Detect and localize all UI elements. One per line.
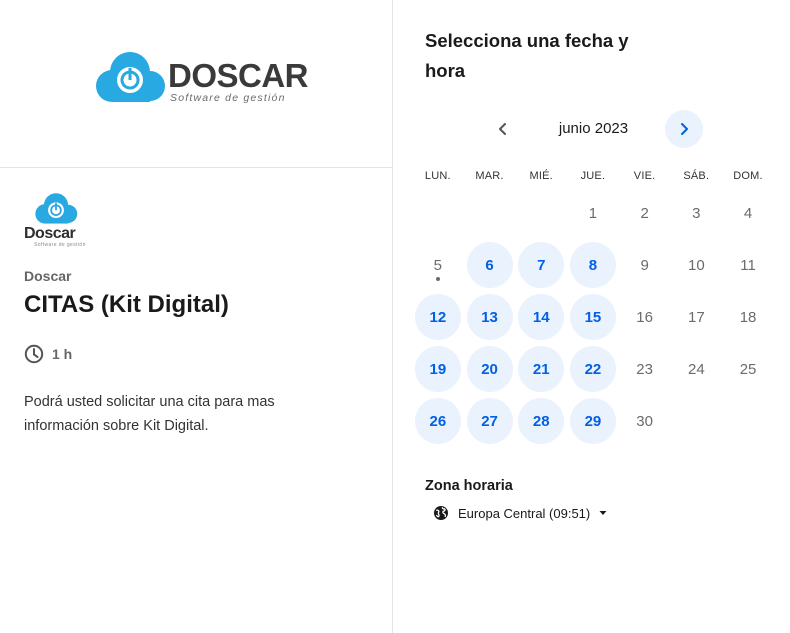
globe-icon bbox=[434, 506, 448, 520]
calendar-day-number: 18 bbox=[739, 308, 757, 326]
calendar-day: 24 bbox=[673, 346, 719, 392]
calendar-day-number: 23 bbox=[636, 360, 653, 378]
calendar-day: 25 bbox=[725, 346, 771, 392]
calendar-day-available[interactable]: 15 bbox=[569, 294, 616, 340]
calendar-day-available[interactable]: 21 bbox=[518, 346, 565, 392]
calendar-day-number: 3 bbox=[692, 204, 701, 222]
month-navigation: junio 2023 bbox=[393, 110, 790, 148]
weekday-label: DOM. bbox=[733, 170, 763, 182]
calendar-day-number: 11 bbox=[740, 256, 756, 274]
calendar-day-available[interactable]: 8 bbox=[569, 242, 616, 288]
brand-tagline: Software de gestión bbox=[170, 92, 286, 104]
caret-down-icon bbox=[599, 511, 607, 515]
calendar-day-number: 15 bbox=[584, 308, 602, 326]
clock-icon bbox=[24, 344, 44, 364]
calendar-day-number: 26 bbox=[429, 412, 447, 430]
calendar-day-number: 13 bbox=[481, 308, 498, 326]
calendar-day: 2 bbox=[622, 190, 668, 236]
calendar-day-available[interactable]: 20 bbox=[466, 346, 513, 392]
event-title: CITAS (Kit Digital) bbox=[24, 291, 229, 318]
calendar-day: 4 bbox=[725, 190, 771, 236]
calendar-day: 10 bbox=[673, 242, 719, 288]
calendar-day-number: 27 bbox=[481, 412, 498, 430]
calendar-day-number: 21 bbox=[532, 360, 550, 378]
calendar-day-number: 19 bbox=[429, 360, 447, 378]
brand-banner: DOSCAR Software de gestión bbox=[0, 0, 392, 168]
date-picker-panel: Selecciona una fecha y hora junio 2023 L… bbox=[393, 0, 790, 633]
calendar-day-available[interactable]: 12 bbox=[414, 294, 461, 340]
event-details: Doscar Software de gestión Doscar CITAS … bbox=[24, 192, 374, 434]
calendar-day-number: 2 bbox=[640, 204, 649, 222]
calendar-day-number: 10 bbox=[688, 256, 705, 274]
calendar-day: 9 bbox=[622, 242, 668, 288]
calendar-day-number: 29 bbox=[584, 412, 602, 430]
avatar-wordmark: Doscar bbox=[24, 225, 76, 242]
cloud-power-icon bbox=[35, 193, 78, 224]
event-description: Podrá usted solicitar una cita para mas … bbox=[24, 394, 275, 434]
calendar-day-number: 24 bbox=[688, 360, 705, 378]
cloud-power-icon bbox=[96, 52, 165, 102]
calendar-day-available[interactable]: 27 bbox=[466, 398, 513, 444]
duration-label: 1 h bbox=[52, 346, 73, 362]
event-owner: Doscar bbox=[24, 268, 72, 284]
calendar-day: 18 bbox=[725, 294, 771, 340]
calendar-day-number: 28 bbox=[532, 412, 550, 430]
calendar-day: 17 bbox=[673, 294, 719, 340]
avatar-tagline: Software de gestión bbox=[34, 242, 86, 248]
owner-avatar: Doscar Software de gestión bbox=[24, 192, 94, 250]
calendar-day-number: 5 bbox=[433, 256, 443, 274]
current-month-label: junio 2023 bbox=[558, 120, 629, 137]
calendar-day-available[interactable]: 7 bbox=[518, 242, 565, 288]
calendar-day-number: 9 bbox=[640, 256, 649, 274]
calendar-day-number: 14 bbox=[532, 308, 550, 326]
calendar-day-number: 6 bbox=[485, 256, 494, 274]
calendar-day-available[interactable]: 13 bbox=[466, 294, 513, 340]
today-indicator bbox=[435, 277, 440, 281]
calendar-day-number: 20 bbox=[481, 360, 498, 378]
calendar-day: 23 bbox=[622, 346, 668, 392]
event-duration: 1 h bbox=[24, 344, 72, 364]
calendar-day-number: 25 bbox=[739, 360, 757, 378]
calendar-day-available[interactable]: 14 bbox=[518, 294, 565, 340]
calendar-day-available[interactable]: 26 bbox=[414, 398, 461, 444]
weekday-label: LUN. bbox=[424, 170, 451, 182]
calendar-day-available[interactable]: 6 bbox=[466, 242, 513, 288]
calendar-day-number: 12 bbox=[429, 308, 447, 326]
calendar-day-available[interactable]: 19 bbox=[414, 346, 461, 392]
calendar-day: 16 bbox=[622, 294, 668, 340]
next-month-button[interactable] bbox=[665, 110, 703, 148]
weekday-label: MAR. bbox=[475, 170, 504, 182]
event-info-panel: DOSCAR Software de gestión Doscar Softwa… bbox=[0, 0, 392, 633]
brand-wordmark: DOSCAR bbox=[168, 57, 309, 94]
calendar-day-number: 1 bbox=[588, 204, 598, 222]
calendar-day-number: 30 bbox=[636, 412, 653, 430]
calendar-day-number: 16 bbox=[636, 308, 653, 326]
timezone-value: Europa Central (09:51) bbox=[458, 505, 591, 521]
weekday-label: JUE. bbox=[580, 170, 606, 182]
calendar-day-available[interactable]: 22 bbox=[569, 346, 616, 392]
brand-logo: DOSCAR Software de gestión bbox=[94, 50, 309, 110]
timezone-select[interactable]: Europa Central (09:51) bbox=[433, 505, 607, 521]
calendar-day: 1 bbox=[570, 190, 616, 236]
calendar-day-number: 8 bbox=[588, 256, 598, 274]
weekday-label: SÁB. bbox=[683, 170, 710, 182]
calendar-day: 5 bbox=[415, 242, 461, 288]
calendar-day-number: 7 bbox=[537, 256, 546, 274]
calendar-day: 11 bbox=[725, 242, 771, 288]
calendar-day-available[interactable]: 28 bbox=[518, 398, 565, 444]
previous-month-button[interactable] bbox=[484, 110, 522, 148]
calendar-day: 30 bbox=[622, 398, 668, 444]
calendar-day: 3 bbox=[673, 190, 719, 236]
weekday-label: VIE. bbox=[633, 170, 656, 182]
date-picker-heading: Selecciona una fecha y hora bbox=[425, 30, 629, 81]
weekday-header: LUN. MAR. MIÉ. JUE. VIE. SÁB. DOM. bbox=[412, 170, 782, 182]
weekday-label: MIÉ. bbox=[529, 170, 553, 182]
chevron-right-icon bbox=[681, 123, 688, 135]
calendar-day-available[interactable]: 29 bbox=[569, 398, 616, 444]
calendar-day-number: 22 bbox=[584, 360, 602, 378]
chevron-left-icon bbox=[499, 123, 506, 135]
timezone-title: Zona horaria bbox=[425, 478, 513, 494]
calendar-day-number: 17 bbox=[688, 308, 705, 326]
calendar-day-number: 4 bbox=[743, 204, 753, 222]
